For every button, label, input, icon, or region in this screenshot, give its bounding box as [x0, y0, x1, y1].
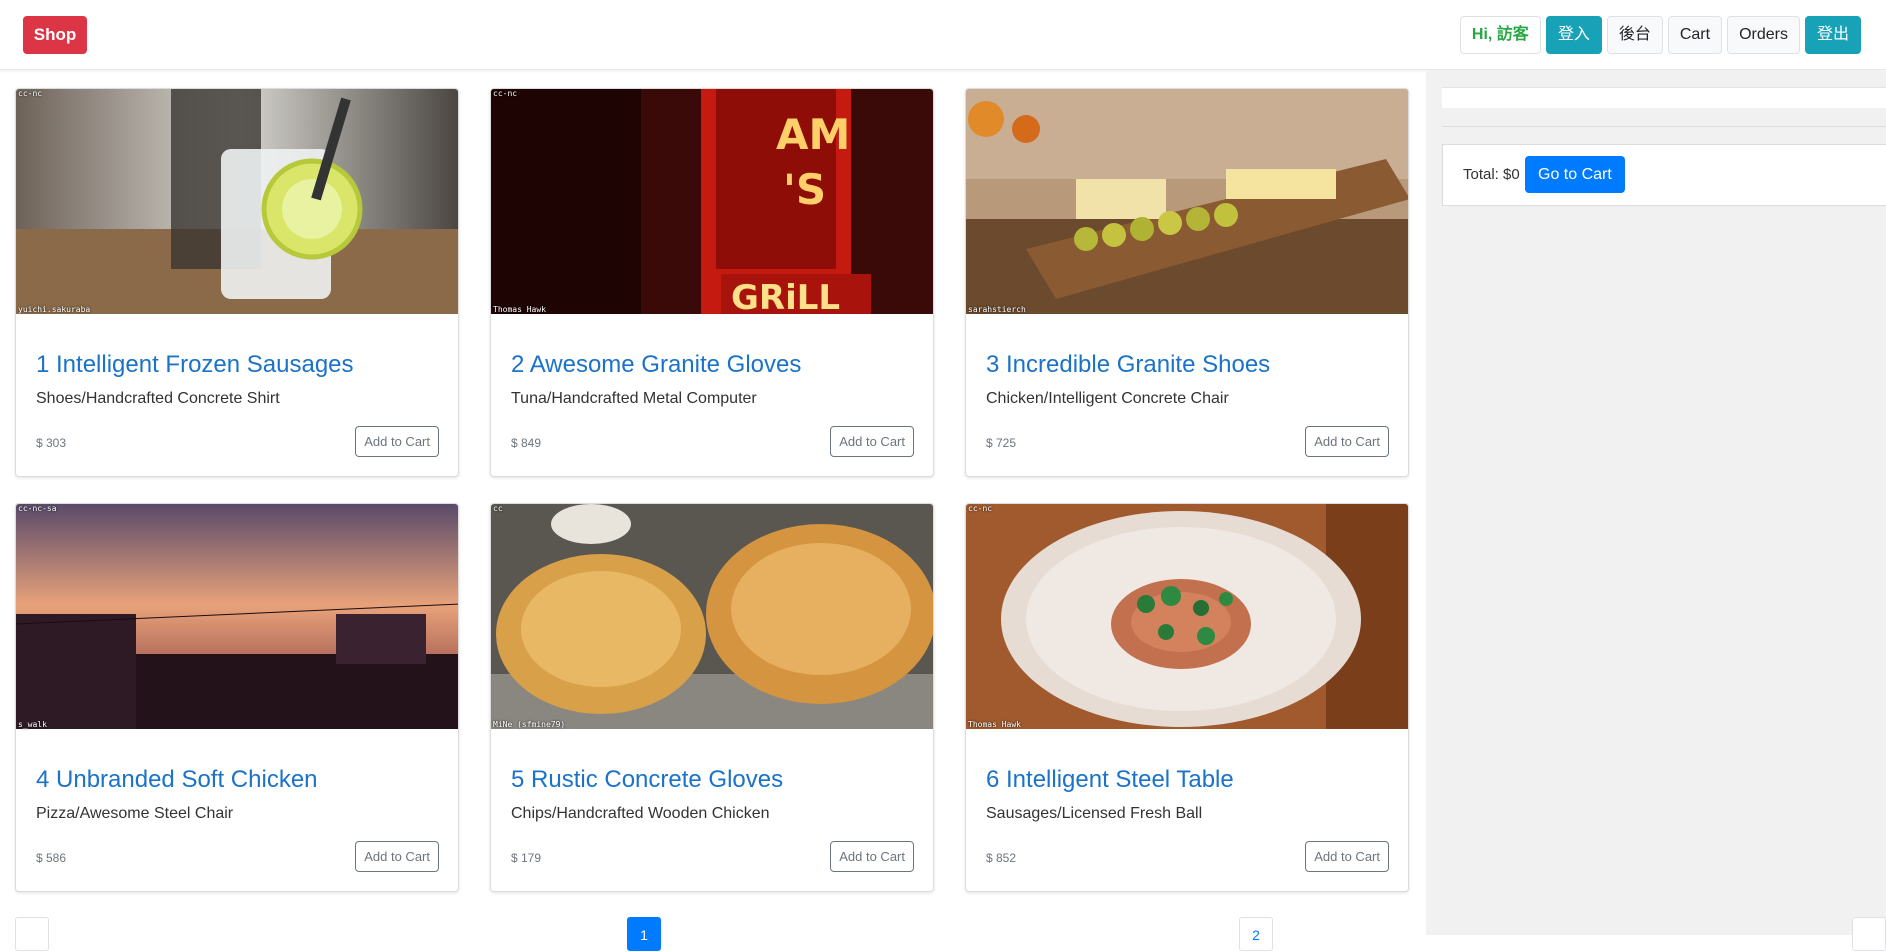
add-to-cart-button[interactable]: Add to Cart — [355, 426, 439, 457]
pagination-prev-button[interactable] — [15, 917, 49, 951]
image-credit-label: s_walk — [18, 720, 47, 729]
image-license-label: cc-nc — [493, 89, 518, 98]
product-photo-drink — [16, 89, 458, 314]
image-license-label: cc-nc — [18, 89, 43, 98]
admin-button[interactable]: 後台 — [1606, 16, 1663, 54]
product-photo-sunset — [16, 504, 458, 729]
product-image[interactable]: cc-nc yuichi.sakuraba — [16, 89, 458, 314]
product-price: $ 852 — [986, 851, 1017, 865]
cart-side-panel: Total: $0 Go to Cart — [1426, 71, 1886, 935]
product-subtitle: Chicken/Intelligent Concrete Chair — [986, 390, 1229, 407]
product-price: $ 586 — [36, 851, 67, 865]
product-price: $ 849 — [511, 436, 542, 450]
orders-button[interactable]: Orders — [1727, 16, 1800, 54]
product-photo-pasta — [966, 504, 1408, 729]
image-credit-label: Thomas Hawk — [968, 720, 1021, 729]
product-card: sarahstierch 3 Incredible Granite Shoes … — [965, 88, 1409, 477]
image-credit-label: Thomas Hawk — [493, 305, 546, 314]
cart-total: Total: $0 — [1463, 166, 1520, 183]
product-photo-cheese-board — [966, 89, 1408, 314]
image-credit-label: yuichi.sakuraba — [18, 305, 91, 314]
product-subtitle: Chips/Handcrafted Wooden Chicken — [511, 805, 770, 822]
product-title-link[interactable]: 3 Incredible Granite Shoes — [986, 351, 1270, 379]
svg-text:'S: 'S — [783, 165, 826, 214]
add-to-cart-button[interactable]: Add to Cart — [830, 841, 914, 872]
pagination-page-1[interactable]: 1 — [627, 917, 661, 951]
add-to-cart-button[interactable]: Add to Cart — [1305, 426, 1389, 457]
image-license-label: cc — [493, 504, 503, 513]
shop-brand-button[interactable]: Shop — [23, 16, 87, 54]
product-title-link[interactable]: 5 Rustic Concrete Gloves — [511, 766, 783, 794]
product-subtitle: Shoes/Handcrafted Concrete Shirt — [36, 390, 280, 407]
navbar-actions: Hi, 訪客 登入 後台 Cart Orders 登出 — [1459, 16, 1861, 54]
greeting-badge[interactable]: Hi, 訪客 — [1459, 16, 1541, 54]
product-image[interactable]: AM 'S GRiLL cc-nc Thomas Hawk — [491, 89, 933, 318]
product-card: AM 'S GRiLL cc-nc Thomas Hawk 2 Awesome … — [490, 88, 934, 477]
product-subtitle: Sausages/Licensed Fresh Ball — [986, 805, 1203, 822]
pagination-page-2[interactable]: 2 — [1239, 917, 1273, 951]
product-title-link[interactable]: 2 Awesome Granite Gloves — [511, 351, 801, 379]
add-to-cart-button[interactable]: Add to Cart — [830, 426, 914, 457]
logout-button[interactable]: 登出 — [1804, 16, 1861, 54]
product-card: cc-nc-sa s_walk 4 Unbranded Soft Chicken… — [15, 503, 459, 892]
image-license-label: cc-nc-sa — [18, 504, 57, 513]
product-photo-neon-sign: AM 'S GRiLL — [491, 89, 933, 318]
product-subtitle: Pizza/Awesome Steel Chair — [36, 805, 234, 822]
product-price: $ 179 — [511, 851, 542, 865]
add-to-cart-button[interactable]: Add to Cart — [1305, 841, 1389, 872]
product-card: cc-nc yuichi.sakuraba 1 Intelligent Froz… — [15, 88, 459, 477]
add-to-cart-button[interactable]: Add to Cart — [355, 841, 439, 872]
image-credit-label: sarahstierch — [968, 305, 1026, 314]
image-credit-label: MiNe (sfmine79) — [493, 720, 566, 729]
cart-button[interactable]: Cart — [1667, 16, 1723, 54]
product-card: cc MiNe (sfmine79) 5 Rustic Concrete Glo… — [490, 503, 934, 892]
cart-items-list — [1442, 87, 1886, 108]
image-license-label: cc-nc — [968, 504, 993, 513]
product-photo-fried-food — [491, 504, 933, 729]
svg-text:AM: AM — [776, 110, 850, 159]
product-image[interactable]: sarahstierch — [966, 89, 1408, 314]
product-price: $ 725 — [986, 436, 1017, 450]
product-image[interactable]: cc MiNe (sfmine79) — [491, 504, 933, 729]
product-subtitle: Tuna/Handcrafted Metal Computer — [511, 390, 757, 407]
product-image[interactable]: cc-nc-sa s_walk — [16, 504, 458, 729]
divider — [1442, 126, 1886, 127]
product-price: $ 303 — [36, 436, 67, 450]
pagination-next-button[interactable] — [1852, 917, 1886, 951]
product-image[interactable]: cc-nc Thomas Hawk — [966, 504, 1408, 729]
top-navbar: Shop Hi, 訪客 登入 後台 Cart Orders 登出 — [0, 0, 1886, 70]
cart-summary-card: Total: $0 Go to Cart — [1442, 144, 1886, 206]
product-card: cc-nc Thomas Hawk 6 Intelligent Steel Ta… — [965, 503, 1409, 892]
login-button[interactable]: 登入 — [1545, 16, 1602, 54]
product-title-link[interactable]: 4 Unbranded Soft Chicken — [36, 766, 318, 794]
svg-text:GRiLL: GRiLL — [731, 278, 840, 314]
product-title-link[interactable]: 6 Intelligent Steel Table — [986, 766, 1234, 794]
product-title-link[interactable]: 1 Intelligent Frozen Sausages — [36, 351, 354, 379]
go-to-cart-button[interactable]: Go to Cart — [1525, 156, 1625, 193]
